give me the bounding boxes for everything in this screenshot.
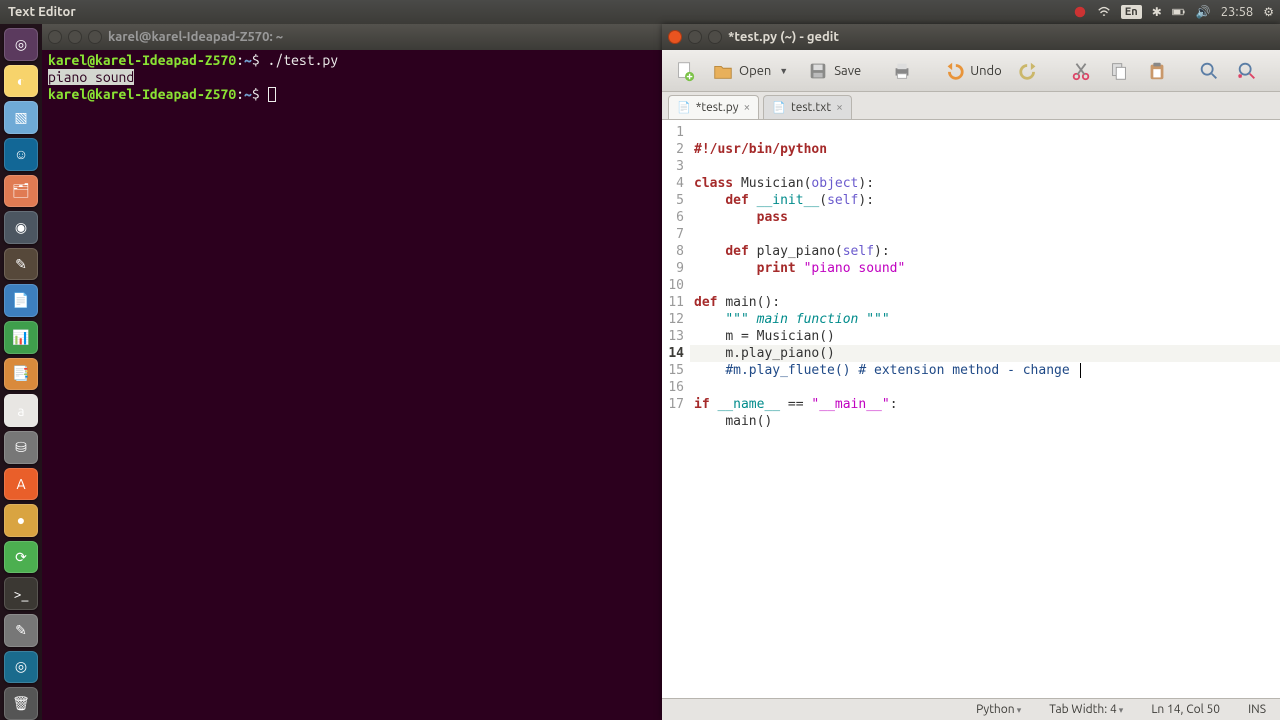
terminal-body[interactable]: karel@karel-Ideapad-Z570:~$ ./test.py pi… (42, 50, 662, 105)
tab-testtxt[interactable]: 📄test.txt× (763, 95, 852, 119)
launcher-software[interactable]: A (4, 468, 38, 501)
terminal-window: karel@karel-Ideapad-Z570: ~ karel@karel-… (42, 24, 662, 720)
tabwidth-selector[interactable]: Tab Width: 4 (1049, 703, 1123, 716)
copy-button[interactable] (1102, 55, 1136, 87)
gedit-title: *test.py (~) - gedit (728, 30, 839, 44)
gedit-titlebar[interactable]: *test.py (~) - gedit (662, 24, 1280, 50)
launcher-gimp[interactable]: ✎ (4, 248, 38, 281)
launcher-amazon[interactable]: a (4, 394, 38, 427)
close-icon[interactable] (48, 30, 62, 44)
launcher-files[interactable]: 🗂 (4, 175, 38, 208)
launcher-updater[interactable]: ⟳ (4, 541, 38, 574)
launcher-impress[interactable]: 📑 (4, 358, 38, 391)
unity-launcher: ◎◐▧☺🗂◉✎📄📊📑a⛁A●⟳>_✎◎🗑 (0, 24, 42, 720)
terminal-title: karel@karel-Ideapad-Z570: ~ (108, 30, 283, 44)
launcher-steam[interactable]: ◉ (4, 211, 38, 244)
launcher-mozilla[interactable]: ☺ (4, 138, 38, 171)
new-button[interactable] (668, 55, 702, 87)
wifi-icon[interactable] (1097, 5, 1111, 19)
save-button[interactable]: Save (801, 55, 867, 87)
launcher-terminal[interactable]: >_ (4, 577, 38, 610)
launcher-disk[interactable]: ⛁ (4, 431, 38, 464)
launcher-calc[interactable]: 📊 (4, 321, 38, 354)
launcher-editor[interactable]: ✎ (4, 614, 38, 647)
print-button[interactable] (885, 55, 919, 87)
cursor-position: Ln 14, Col 50 (1151, 703, 1220, 716)
minimize-icon[interactable] (68, 30, 82, 44)
line-gutter: 1234567891011121314151617 (662, 120, 690, 698)
file-icon: 📄 (772, 101, 786, 114)
terminal-output-selected: piano sound (48, 69, 134, 85)
close-tab-icon[interactable]: × (744, 101, 751, 114)
gear-icon[interactable]: ⚙ (1263, 5, 1274, 19)
battery-icon[interactable] (1172, 5, 1186, 19)
system-indicators: En ✱ 🔊 23:58 ⚙ (1073, 5, 1274, 19)
launcher-writer[interactable]: 📄 (4, 284, 38, 317)
launcher-world[interactable]: ◎ (4, 651, 38, 684)
replace-button[interactable] (1230, 55, 1264, 87)
maximize-icon[interactable] (88, 30, 102, 44)
insert-mode: INS (1248, 703, 1266, 716)
editor-cursor (1080, 363, 1081, 378)
cut-button[interactable] (1064, 55, 1098, 87)
chevron-down-icon[interactable]: ▼ (776, 66, 791, 76)
tab-testpy[interactable]: 📄*test.py× (668, 95, 759, 119)
redo-button[interactable] (1012, 55, 1046, 87)
search-button[interactable] (1192, 55, 1226, 87)
launcher-dash[interactable]: ◎ (4, 28, 38, 61)
code-area[interactable]: #!/usr/bin/python class Musician(object)… (690, 120, 1280, 698)
editor-area[interactable]: 1234567891011121314151617 #!/usr/bin/pyt… (662, 120, 1280, 698)
language-selector[interactable]: Python (976, 703, 1021, 716)
volume-icon[interactable]: 🔊 (1196, 5, 1211, 19)
bluetooth-icon[interactable]: ✱ (1152, 5, 1162, 19)
gedit-statusbar: Python Tab Width: 4 Ln 14, Col 50 INS (662, 698, 1280, 720)
launcher-trash[interactable]: 🗑 (4, 687, 38, 720)
close-tab-icon[interactable]: × (836, 101, 843, 114)
keyboard-indicator[interactable]: En (1121, 5, 1142, 19)
undo-button[interactable]: Undo (937, 55, 1008, 87)
launcher-chrome[interactable]: ◐ (4, 65, 38, 98)
top-menubar: Text Editor En ✱ 🔊 23:58 ⚙ (0, 0, 1280, 24)
record-icon[interactable] (1073, 5, 1087, 19)
minimize-icon[interactable] (688, 30, 702, 44)
open-button[interactable]: Open▼ (706, 55, 797, 87)
gedit-toolbar: Open▼ Save Undo (662, 50, 1280, 92)
launcher-cube[interactable]: ▧ (4, 101, 38, 134)
launcher-yellow[interactable]: ● (4, 504, 38, 537)
file-icon: 📄 (677, 101, 691, 114)
paste-button[interactable] (1140, 55, 1174, 87)
terminal-titlebar[interactable]: karel@karel-Ideapad-Z570: ~ (42, 24, 662, 50)
clock[interactable]: 23:58 (1221, 5, 1254, 19)
close-icon[interactable] (668, 30, 682, 44)
terminal-cursor (268, 87, 276, 102)
maximize-icon[interactable] (708, 30, 722, 44)
tab-bar: 📄*test.py× 📄test.txt× (662, 92, 1280, 120)
gedit-window: *test.py (~) - gedit Open▼ Save Undo 📄*t… (662, 24, 1280, 720)
app-title: Text Editor (8, 5, 76, 19)
